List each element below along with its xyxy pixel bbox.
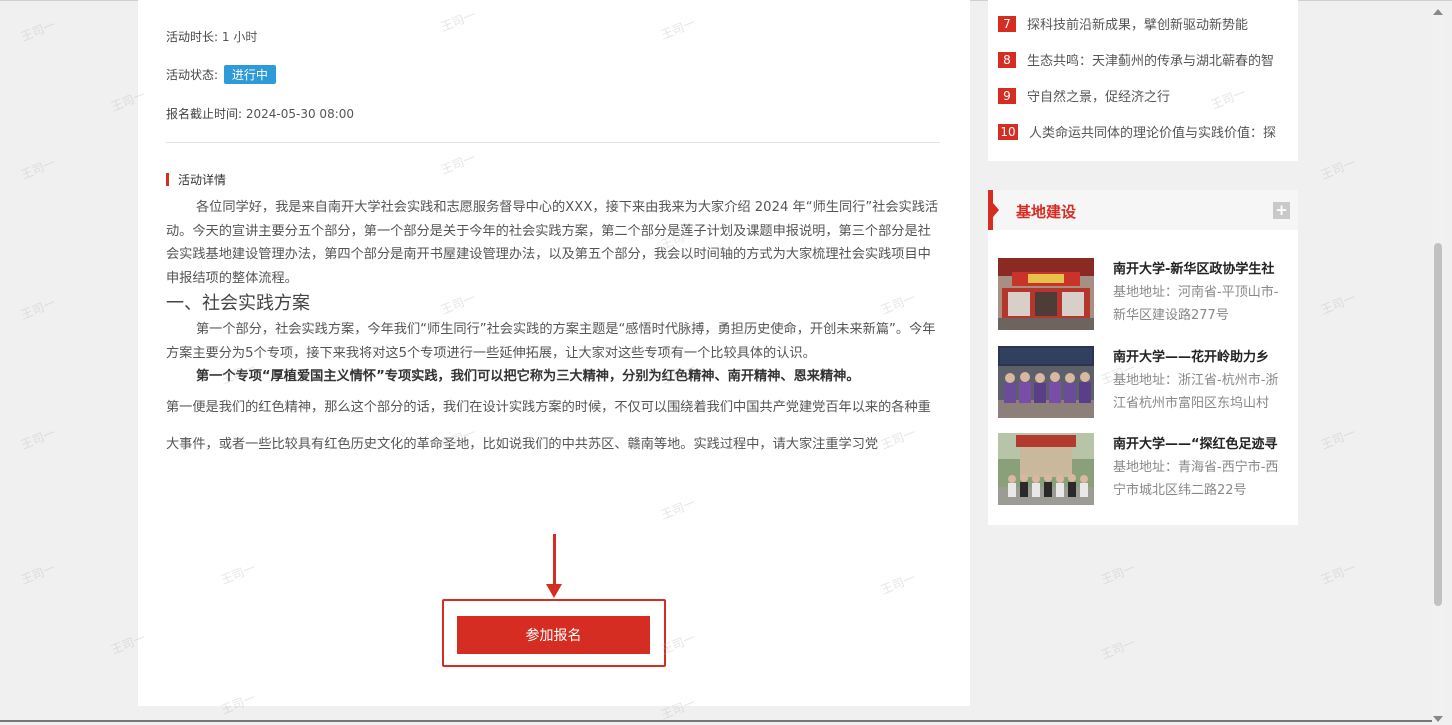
base-section-title: 基地建设 (1016, 203, 1077, 221)
base-item[interactable]: 南开大学——花开岭助力乡 基地地址：浙江省-杭州市-浙江省杭州市富阳区东坞山村 (998, 346, 1294, 420)
ranking-item[interactable]: 7 探科技前沿新成果，擘创新驱动新势能 (998, 14, 1285, 33)
base-name[interactable]: 南开大学——花开岭助力乡 (1113, 346, 1293, 365)
watermark: 王司一 (1318, 560, 1358, 588)
heading-accent-bar (166, 173, 169, 186)
scrollbar-thumb[interactable] (1434, 243, 1442, 606)
rank-title[interactable]: 探科技前沿新成果，擘创新驱动新势能 (1027, 14, 1285, 33)
watermark: 王司一 (18, 17, 58, 45)
ranking-item[interactable]: 9 守自然之景，促经济之行 (998, 86, 1285, 105)
watermark: 王司一 (1318, 290, 1358, 318)
base-section-header: 基地建设 + (988, 190, 1298, 230)
base-item[interactable]: 南开大学-新华区政协学生社 基地地址：河南省-平顶山市-新华区建设路277号 (998, 258, 1294, 332)
base-name[interactable]: 南开大学——“探红色足迹寻 (1113, 433, 1293, 452)
deadline-value: 2024-05-30 08:00 (245, 107, 355, 121)
watermark: 王司一 (18, 155, 58, 183)
duration-row: 活动时长: 1 小时 (166, 28, 257, 45)
annotation-arrow-line (553, 534, 556, 586)
watermark: 王司一 (1098, 635, 1138, 663)
scroll-up-arrow-icon[interactable] (1433, 9, 1443, 15)
watermark: 王司一 (18, 560, 58, 588)
details-heading: 活动详情 (166, 171, 226, 188)
watermark: 王司一 (1098, 560, 1138, 588)
base-construction-card: 基地建设 + 南开大学-新华区政协学生社 基地地址：河南省-平顶山市-新华区建设… (988, 190, 1298, 525)
rank-number: 7 (998, 15, 1016, 32)
article-paragraph: 各位同学好，我是来自南开大学社会实践和志愿服务督导中心的XXX，接下来由我来为大… (166, 200, 939, 286)
base-address: 基地地址：浙江省-杭州市-浙江省杭州市富阳区东坞山村 (1113, 373, 1279, 411)
rank-title[interactable]: 人类命运共同体的理论价值与实践价值：探 (1029, 122, 1287, 141)
rank-number: 10 (998, 123, 1018, 140)
rank-number: 8 (998, 51, 1016, 68)
base-address: 基地地址：青海省-西宁市-西宁市城北区纬二路22号 (1113, 460, 1279, 498)
base-address: 基地地址：河南省-平顶山市-新华区建设路277号 (1113, 285, 1279, 323)
base-thumbnail[interactable] (998, 258, 1094, 330)
annotation-arrow-head (546, 584, 562, 598)
duration-label: 活动时长: (166, 30, 219, 44)
divider (166, 142, 940, 143)
rank-title[interactable]: 生态共鸣：天津蓟州的传承与湖北蕲春的智 (1027, 50, 1285, 69)
header-arrow-icon (993, 203, 999, 217)
status-row: 活动状态: 进行中 (166, 65, 276, 84)
rank-title[interactable]: 守自然之景，促经济之行 (1027, 86, 1285, 105)
base-thumbnail[interactable] (998, 346, 1094, 418)
base-item[interactable]: 南开大学——“探红色足迹寻 基地地址：青海省-西宁市-西宁市城北区纬二路22号 (998, 433, 1294, 507)
watermark: 王司一 (1318, 425, 1358, 453)
bottom-border (0, 720, 1432, 722)
article-paragraph: 第一个部分，社会实践方案，今年我们“师生同行”社会实践的方案主题是“感悟时代脉搏… (166, 322, 936, 361)
ranking-item[interactable]: 8 生态共鸣：天津蓟州的传承与湖北蕲春的智 (998, 50, 1285, 69)
watermark: 王司一 (18, 295, 58, 323)
deadline-label: 报名截止时间: (166, 107, 243, 121)
base-thumbnail[interactable] (998, 433, 1094, 505)
duration-value: 1 小时 (221, 30, 258, 44)
rank-number: 9 (998, 87, 1016, 104)
status-label: 活动状态: (166, 68, 219, 82)
watermark: 王司一 (18, 425, 58, 453)
article-paragraph: 第一便是我们的红色精神，那么这个部分的话，我们在设计实践方案的时候，不仅可以围绕… (166, 399, 931, 452)
details-heading-text: 活动详情 (178, 173, 227, 187)
status-badge: 进行中 (223, 65, 276, 84)
article-body: 各位同学好，我是来自南开大学社会实践和志愿服务督导中心的XXX，接下来由我来为大… (166, 196, 942, 463)
base-name[interactable]: 南开大学-新华区政协学生社 (1113, 258, 1293, 277)
deadline-row: 报名截止时间: 2024-05-30 08:00 (166, 105, 354, 122)
more-plus-icon[interactable]: + (1273, 202, 1290, 219)
join-signup-button[interactable]: 参加报名 (457, 616, 650, 654)
watermark: 王司一 (1318, 155, 1358, 183)
article-bold-paragraph: 第一个专项“厚植爱国主义情怀”专项实践，我们可以把它称为三大精神，分别为红色精神… (196, 369, 860, 384)
scroll-down-arrow-icon[interactable] (1433, 716, 1443, 722)
ranking-item[interactable]: 10 人类命运共同体的理论价值与实践价值：探 (998, 122, 1287, 141)
article-subheading: 一、社会实践方案 (166, 293, 310, 314)
ranking-list-card: 7 探科技前沿新成果，擘创新驱动新势能 8 生态共鸣：天津蓟州的传承与湖北蕲春的… (988, 0, 1298, 161)
